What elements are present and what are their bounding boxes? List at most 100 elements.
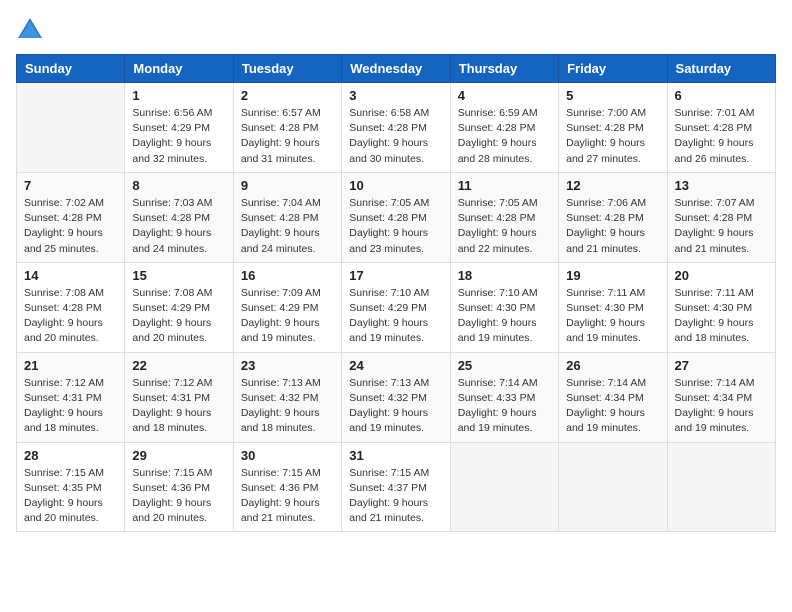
day-number: 14	[24, 268, 117, 283]
calendar-cell: 5 Sunrise: 7:00 AMSunset: 4:28 PMDaylight…	[559, 83, 667, 173]
day-number: 8	[132, 178, 225, 193]
day-number: 20	[675, 268, 768, 283]
day-info: Sunrise: 7:14 AMSunset: 4:34 PMDaylight:…	[675, 376, 768, 437]
weekday-header-sunday: Sunday	[17, 55, 125, 83]
calendar-week-3: 14 Sunrise: 7:08 AMSunset: 4:28 PMDayligh…	[17, 262, 776, 352]
day-info: Sunrise: 7:09 AMSunset: 4:29 PMDaylight:…	[241, 286, 334, 347]
calendar-cell	[17, 83, 125, 173]
calendar-cell: 6 Sunrise: 7:01 AMSunset: 4:28 PMDaylight…	[667, 83, 775, 173]
day-number: 5	[566, 88, 659, 103]
day-info: Sunrise: 7:15 AMSunset: 4:35 PMDaylight:…	[24, 466, 117, 527]
day-info: Sunrise: 7:11 AMSunset: 4:30 PMDaylight:…	[675, 286, 768, 347]
calendar-cell: 18 Sunrise: 7:10 AMSunset: 4:30 PMDayligh…	[450, 262, 558, 352]
calendar-body: 1Sunrise: 6:56 AMSunset: 4:29 PMDaylight…	[17, 83, 776, 532]
day-number: 26	[566, 358, 659, 373]
calendar-cell: 31 Sunrise: 7:15 AMSunset: 4:37 PMDayligh…	[342, 442, 450, 532]
calendar-week-4: 21 Sunrise: 7:12 AMSunset: 4:31 PMDayligh…	[17, 352, 776, 442]
day-info: Sunrise: 7:12 AMSunset: 4:31 PMDaylight:…	[132, 376, 225, 437]
day-number: 30	[241, 448, 334, 463]
day-number: 23	[241, 358, 334, 373]
day-number: 15	[132, 268, 225, 283]
weekday-header-saturday: Saturday	[667, 55, 775, 83]
day-number: 24	[349, 358, 442, 373]
day-number: 12	[566, 178, 659, 193]
day-number: 29	[132, 448, 225, 463]
calendar-table: SundayMondayTuesdayWednesdayThursdayFrid…	[16, 54, 776, 532]
day-info: Sunrise: 7:03 AMSunset: 4:28 PMDaylight:…	[132, 196, 225, 257]
calendar-cell: 11 Sunrise: 7:05 AMSunset: 4:28 PMDayligh…	[450, 172, 558, 262]
calendar-cell: 27Sunrise: 7:14 AMSunset: 4:34 PMDayligh…	[667, 352, 775, 442]
calendar-cell: 24 Sunrise: 7:13 AMSunset: 4:32 PMDayligh…	[342, 352, 450, 442]
calendar-cell: 28 Sunrise: 7:15 AMSunset: 4:35 PMDayligh…	[17, 442, 125, 532]
calendar-cell: 20 Sunrise: 7:11 AMSunset: 4:30 PMDayligh…	[667, 262, 775, 352]
day-number: 17	[349, 268, 442, 283]
calendar-cell	[667, 442, 775, 532]
day-info: Sunrise: 7:15 AMSunset: 4:36 PMDaylight:…	[241, 466, 334, 527]
weekday-header-tuesday: Tuesday	[233, 55, 341, 83]
day-info: Sunrise: 7:02 AMSunset: 4:28 PMDaylight:…	[24, 196, 117, 257]
calendar-cell: 21 Sunrise: 7:12 AMSunset: 4:31 PMDayligh…	[17, 352, 125, 442]
calendar-cell: 4 Sunrise: 6:59 AMSunset: 4:28 PMDaylight…	[450, 83, 558, 173]
calendar-cell: 14 Sunrise: 7:08 AMSunset: 4:28 PMDayligh…	[17, 262, 125, 352]
page-header	[16, 16, 776, 44]
calendar-cell: 29 Sunrise: 7:15 AMSunset: 4:36 PMDayligh…	[125, 442, 233, 532]
calendar-cell: 1Sunrise: 6:56 AMSunset: 4:29 PMDaylight…	[125, 83, 233, 173]
day-number: 4	[458, 88, 551, 103]
calendar-cell: 3 Sunrise: 6:58 AMSunset: 4:28 PMDaylight…	[342, 83, 450, 173]
day-number: 11	[458, 178, 551, 193]
day-number: 7	[24, 178, 117, 193]
day-info: Sunrise: 7:08 AMSunset: 4:29 PMDaylight:…	[132, 286, 225, 347]
calendar-cell: 22 Sunrise: 7:12 AMSunset: 4:31 PMDayligh…	[125, 352, 233, 442]
day-number: 9	[241, 178, 334, 193]
day-info: Sunrise: 7:12 AMSunset: 4:31 PMDaylight:…	[24, 376, 117, 437]
calendar-header: SundayMondayTuesdayWednesdayThursdayFrid…	[17, 55, 776, 83]
day-info: Sunrise: 7:05 AMSunset: 4:28 PMDaylight:…	[458, 196, 551, 257]
calendar-cell	[450, 442, 558, 532]
day-number: 22	[132, 358, 225, 373]
weekday-header-friday: Friday	[559, 55, 667, 83]
day-number: 28	[24, 448, 117, 463]
day-number: 18	[458, 268, 551, 283]
day-info: Sunrise: 6:58 AMSunset: 4:28 PMDaylight:…	[349, 106, 442, 167]
day-info: Sunrise: 7:11 AMSunset: 4:30 PMDaylight:…	[566, 286, 659, 347]
calendar-cell: 9 Sunrise: 7:04 AMSunset: 4:28 PMDaylight…	[233, 172, 341, 262]
calendar-cell: 16 Sunrise: 7:09 AMSunset: 4:29 PMDayligh…	[233, 262, 341, 352]
day-info: Sunrise: 7:15 AMSunset: 4:36 PMDaylight:…	[132, 466, 225, 527]
day-number: 13	[675, 178, 768, 193]
day-info: Sunrise: 7:13 AMSunset: 4:32 PMDaylight:…	[349, 376, 442, 437]
day-info: Sunrise: 7:10 AMSunset: 4:30 PMDaylight:…	[458, 286, 551, 347]
day-number: 21	[24, 358, 117, 373]
day-info: Sunrise: 7:13 AMSunset: 4:32 PMDaylight:…	[241, 376, 334, 437]
day-number: 25	[458, 358, 551, 373]
calendar-cell: 25 Sunrise: 7:14 AMSunset: 4:33 PMDayligh…	[450, 352, 558, 442]
day-number: 16	[241, 268, 334, 283]
day-info: Sunrise: 7:15 AMSunset: 4:37 PMDaylight:…	[349, 466, 442, 527]
calendar-week-5: 28 Sunrise: 7:15 AMSunset: 4:35 PMDayligh…	[17, 442, 776, 532]
calendar-week-1: 1Sunrise: 6:56 AMSunset: 4:29 PMDaylight…	[17, 83, 776, 173]
weekday-header-wednesday: Wednesday	[342, 55, 450, 83]
weekday-header-monday: Monday	[125, 55, 233, 83]
day-info: Sunrise: 7:05 AMSunset: 4:28 PMDaylight:…	[349, 196, 442, 257]
day-number: 3	[349, 88, 442, 103]
calendar-cell: 12Sunrise: 7:06 AMSunset: 4:28 PMDayligh…	[559, 172, 667, 262]
day-info: Sunrise: 7:10 AMSunset: 4:29 PMDaylight:…	[349, 286, 442, 347]
day-info: Sunrise: 7:04 AMSunset: 4:28 PMDaylight:…	[241, 196, 334, 257]
calendar-cell: 19Sunrise: 7:11 AMSunset: 4:30 PMDayligh…	[559, 262, 667, 352]
day-info: Sunrise: 7:08 AMSunset: 4:28 PMDaylight:…	[24, 286, 117, 347]
calendar-cell	[559, 442, 667, 532]
calendar-cell: 10Sunrise: 7:05 AMSunset: 4:28 PMDayligh…	[342, 172, 450, 262]
logo-icon	[16, 16, 44, 44]
logo	[16, 16, 48, 44]
day-info: Sunrise: 7:00 AMSunset: 4:28 PMDaylight:…	[566, 106, 659, 167]
day-info: Sunrise: 7:01 AMSunset: 4:28 PMDaylight:…	[675, 106, 768, 167]
day-info: Sunrise: 7:14 AMSunset: 4:33 PMDaylight:…	[458, 376, 551, 437]
calendar-cell: 2Sunrise: 6:57 AMSunset: 4:28 PMDaylight…	[233, 83, 341, 173]
day-number: 6	[675, 88, 768, 103]
day-info: Sunrise: 6:59 AMSunset: 4:28 PMDaylight:…	[458, 106, 551, 167]
calendar-cell: 23 Sunrise: 7:13 AMSunset: 4:32 PMDayligh…	[233, 352, 341, 442]
day-number: 31	[349, 448, 442, 463]
day-info: Sunrise: 6:57 AMSunset: 4:28 PMDaylight:…	[241, 106, 334, 167]
weekday-header-row: SundayMondayTuesdayWednesdayThursdayFrid…	[17, 55, 776, 83]
day-number: 1	[132, 88, 225, 103]
calendar-cell: 8 Sunrise: 7:03 AMSunset: 4:28 PMDaylight…	[125, 172, 233, 262]
